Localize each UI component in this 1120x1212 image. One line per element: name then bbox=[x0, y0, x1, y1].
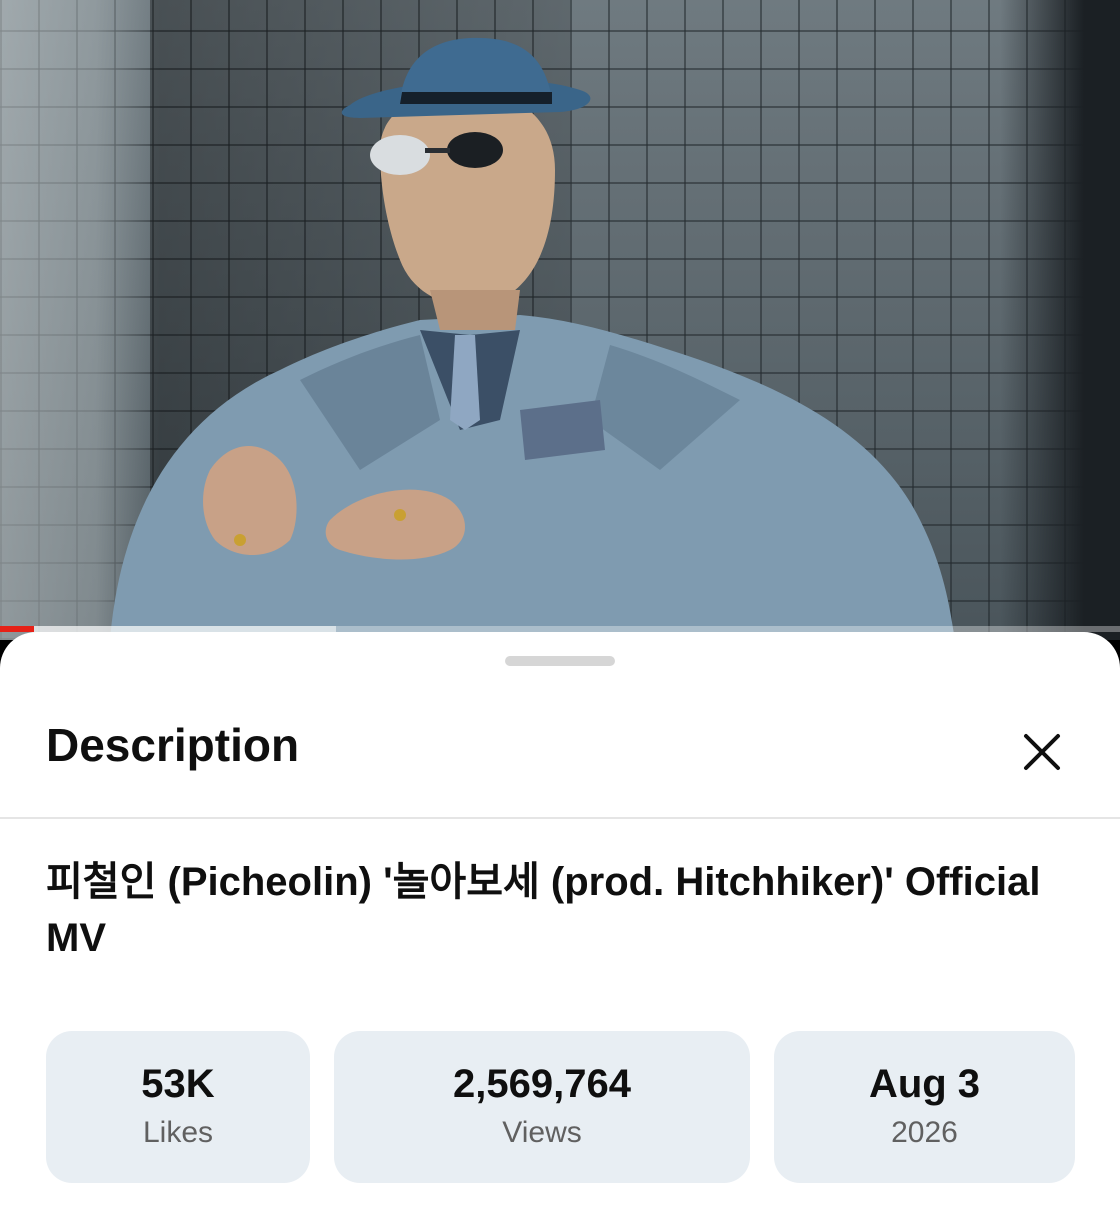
video-player[interactable] bbox=[0, 0, 1120, 640]
stat-date: Aug 3 2026 bbox=[774, 1031, 1075, 1183]
sheet-title: Description bbox=[46, 719, 300, 771]
video-title: 피철인 (Picheolin) '놀아보세 (prod. Hitchhiker)… bbox=[46, 860, 1041, 960]
views-label: Views bbox=[502, 1116, 582, 1149]
stat-likes: 53K Likes bbox=[46, 1031, 310, 1183]
likes-label: Likes bbox=[142, 1116, 214, 1149]
divider bbox=[0, 817, 1120, 819]
video-progress-fill bbox=[0, 626, 34, 632]
views-count: 2,569,764 bbox=[453, 1062, 631, 1106]
likes-count: 53K bbox=[141, 1062, 215, 1106]
stat-views: 2,569,764 Views bbox=[334, 1031, 750, 1183]
video-frame-person bbox=[110, 37, 955, 640]
drag-handle[interactable] bbox=[505, 656, 615, 666]
upload-year: 2026 bbox=[891, 1116, 958, 1149]
close-button[interactable] bbox=[1006, 716, 1078, 788]
description-sheet: Description 피철인 (Picheolin) '놀아보세 (prod.… bbox=[0, 632, 1120, 1212]
upload-date: Aug 3 bbox=[868, 1062, 981, 1106]
close-icon bbox=[1024, 734, 1060, 770]
